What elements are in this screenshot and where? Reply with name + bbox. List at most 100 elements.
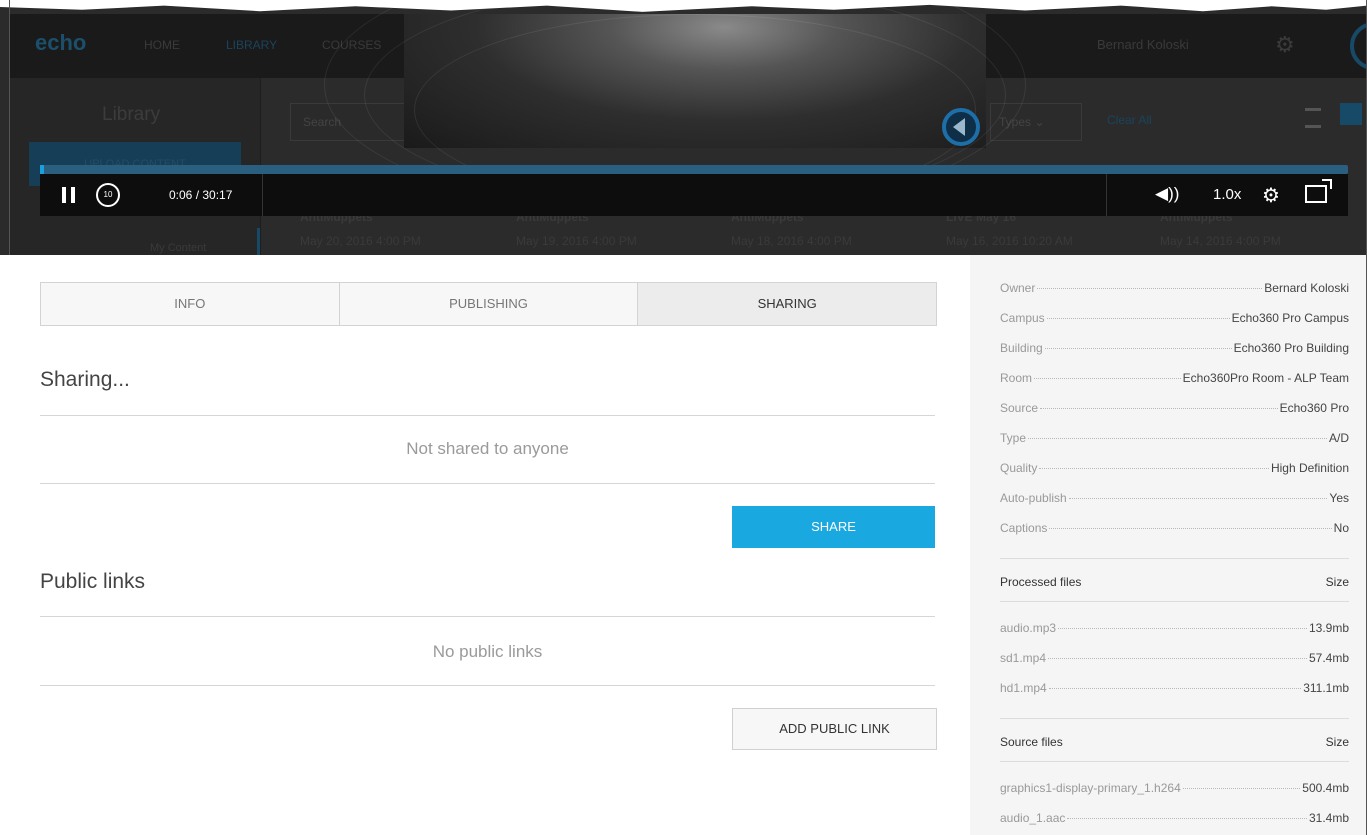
video-frame[interactable] (324, 0, 1026, 216)
card-date: May 18, 2016 4:00 PM (731, 234, 852, 248)
divider (1000, 601, 1349, 602)
detail-key: Source (1000, 401, 1039, 415)
nav-home: HOME (144, 38, 180, 52)
details-tabs: INFO PUBLISHING SHARING (40, 282, 937, 326)
detail-value: Bernard Koloski (1264, 281, 1349, 295)
divider (262, 174, 263, 216)
detail-row-room: Room Echo360Pro Room - ALP Team (1000, 371, 1349, 385)
detail-key: Auto-publish (1000, 491, 1067, 505)
sharing-heading: Sharing... (40, 368, 130, 391)
sidebar-title: Library (102, 104, 161, 125)
user-menu: Bernard Koloski (1097, 37, 1189, 52)
file-size: 500.4mb (1302, 781, 1349, 795)
clear-all-link: Clear All (1107, 113, 1152, 127)
volume-icon[interactable]: ◀)) (1155, 184, 1179, 204)
pause-icon[interactable] (62, 187, 76, 203)
size-header: Size (1325, 575, 1349, 589)
playback-speed-button[interactable]: 1.0x (1213, 186, 1241, 203)
file-name: audio_1.aac (1000, 811, 1066, 825)
detail-value: Echo360 Pro Campus (1231, 311, 1349, 325)
detail-row-captions: Captions No (1000, 521, 1349, 535)
detail-value: No (1333, 521, 1349, 535)
card-date: May 19, 2016 4:00 PM (516, 234, 637, 248)
file-row: graphics1-display-primary_1.h264 500.4mb (1000, 781, 1349, 795)
detail-value: Echo360 Pro Building (1233, 341, 1349, 355)
list-view-icon (1305, 108, 1321, 128)
player-controls: 10 0:06 / 30:17 ◀)) 1.0x ⚙ (40, 174, 1348, 216)
file-row: sd1.mp4 57.4mb (1000, 651, 1349, 665)
divider (1106, 174, 1107, 216)
file-name: sd1.mp4 (1000, 651, 1047, 665)
rewind-10-icon[interactable]: 10 (96, 183, 120, 207)
frame-border (9, 0, 10, 255)
previous-chevron-icon[interactable] (942, 108, 980, 146)
detail-key: Captions (1000, 521, 1048, 535)
size-header: Size (1325, 735, 1349, 749)
detail-row-owner: Owner Bernard Koloski (1000, 281, 1349, 295)
source-files-title: Source files (1000, 735, 1063, 749)
file-row: hd1.mp4 311.1mb (1000, 681, 1349, 695)
detail-value: A/D (1328, 431, 1349, 445)
tab-sharing[interactable]: SHARING (638, 283, 937, 325)
detail-value: Echo360 Pro (1279, 401, 1349, 415)
file-row: audio_1.aac 31.4mb (1000, 811, 1349, 825)
settings-gear-icon: ⚙ (1275, 32, 1295, 57)
file-name: audio.mp3 (1000, 621, 1057, 635)
detail-key: Type (1000, 431, 1027, 445)
detail-row-auto-publish: Auto-publish Yes (1000, 491, 1349, 505)
sharing-empty-text: Not shared to anyone (406, 439, 569, 458)
card-date: May 20, 2016 4:00 PM (300, 234, 421, 248)
file-size: 311.1mb (1303, 681, 1349, 695)
file-size: 13.9mb (1308, 621, 1349, 635)
detail-key: Quality (1000, 461, 1038, 475)
progress-bar[interactable] (40, 165, 1348, 174)
background-overlay: echo HOME LIBRARY COURSES Bernard Kolosk… (0, 0, 1367, 255)
sidebar-item-my-content: My Content (150, 242, 207, 254)
divider (1000, 558, 1349, 559)
detail-key: Room (1000, 371, 1033, 385)
playback-time: 0:06 / 30:17 (169, 188, 233, 202)
divider (1000, 718, 1349, 719)
public-links-empty-text: No public links (432, 642, 543, 661)
divider (40, 616, 935, 617)
detail-value: Yes (1329, 491, 1349, 505)
detail-value: Echo360Pro Room - ALP Team (1182, 371, 1349, 385)
media-details-panel: Owner Bernard Koloski Campus Echo360 Pro C… (970, 255, 1367, 835)
file-size: 57.4mb (1308, 651, 1349, 665)
processed-files-header: Processed files Size (1000, 575, 1349, 589)
divider (40, 483, 935, 484)
divider (40, 415, 935, 416)
file-name: hd1.mp4 (1000, 681, 1047, 695)
detail-value: High Definition (1270, 461, 1349, 475)
file-size: 31.4mb (1308, 811, 1349, 825)
add-public-link-button[interactable]: ADD PUBLIC LINK (732, 708, 937, 750)
progress-fill (40, 165, 45, 174)
tab-info[interactable]: INFO (41, 283, 340, 325)
nav-library: LIBRARY (226, 38, 278, 52)
source-files-header: Source files Size (1000, 735, 1349, 749)
card-date: May 14, 2016 4:00 PM (1160, 234, 1281, 248)
detail-row-campus: Campus Echo360 Pro Campus (1000, 311, 1349, 325)
divider (40, 685, 935, 686)
divider (1000, 761, 1349, 762)
detail-row-source: Source Echo360 Pro (1000, 401, 1349, 415)
card-date: May 16, 2016 10:20 AM (946, 234, 1073, 248)
public-links-heading: Public links (40, 570, 146, 593)
file-row: audio.mp3 13.9mb (1000, 621, 1349, 635)
detail-key: Owner (1000, 281, 1036, 295)
file-name: graphics1-display-primary_1.h264 (1000, 781, 1181, 795)
tab-publishing[interactable]: PUBLISHING (339, 283, 639, 325)
detail-row-type: Type A/D (1000, 431, 1349, 445)
share-button[interactable]: SHARE (732, 506, 935, 548)
popout-icon[interactable] (1305, 179, 1332, 203)
detail-row-building: Building Echo360 Pro Building (1000, 341, 1349, 355)
detail-key: Campus (1000, 311, 1045, 325)
help-circle-icon (1350, 22, 1367, 70)
detail-key: Building (1000, 341, 1043, 355)
sidebar-active-indicator (257, 228, 260, 255)
grid-view-icon (1340, 103, 1362, 125)
player-settings-icon[interactable]: ⚙ (1262, 183, 1280, 208)
processed-files-title: Processed files (1000, 575, 1082, 589)
echo-logo: echo (35, 30, 87, 55)
detail-row-quality: Quality High Definition (1000, 461, 1349, 475)
